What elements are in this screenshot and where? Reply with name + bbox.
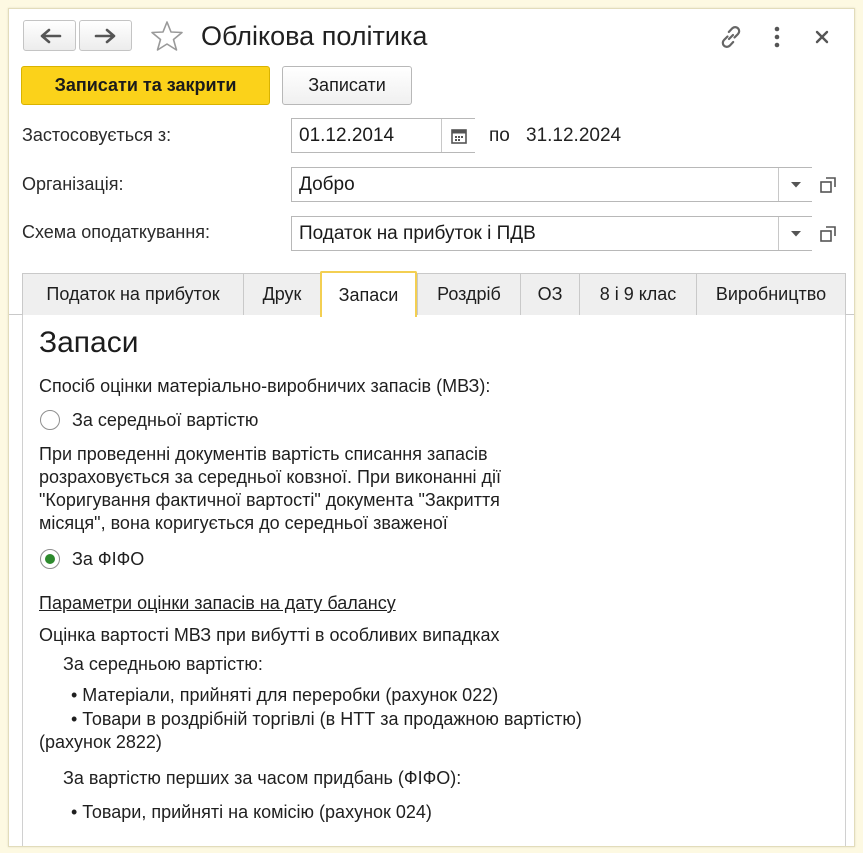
inventory-heading: Запаси bbox=[39, 326, 139, 359]
balance-params-link[interactable]: Параметри оцінки запасів на дату балансу bbox=[39, 592, 396, 614]
average-cost-description: "Коригування фактичної вартості" докумен… bbox=[39, 490, 500, 510]
applies-from-label: Застосовується з: bbox=[22, 125, 172, 145]
more-options-icon[interactable] bbox=[764, 22, 790, 52]
back-button[interactable] bbox=[23, 20, 76, 51]
calendar-icon bbox=[450, 128, 467, 144]
tab-inventory[interactable]: Запаси bbox=[320, 271, 417, 317]
tab-income-tax[interactable]: Податок на прибуток bbox=[22, 273, 244, 315]
organization-label: Організація: bbox=[22, 174, 124, 194]
organization-dropdown-button[interactable] bbox=[778, 168, 812, 201]
save-button[interactable]: Записати bbox=[282, 66, 412, 105]
content-border bbox=[845, 315, 846, 846]
valuation-method-label: Спосіб оцінки матеріально-виробничих зап… bbox=[39, 376, 491, 396]
window-title: Облікова політика bbox=[201, 21, 428, 51]
list-item: • Товари в роздрібній торгівлі (в НТТ за… bbox=[71, 709, 582, 729]
tax-scheme-field[interactable]: Податок на прибуток і ПДВ bbox=[291, 216, 812, 251]
arrow-left-icon bbox=[40, 28, 61, 43]
calendar-button[interactable] bbox=[441, 119, 475, 152]
applies-from-field[interactable]: 01.12.2014 bbox=[291, 118, 475, 153]
to-label: по bbox=[489, 125, 510, 146]
to-value: 31.12.2024 bbox=[526, 125, 622, 146]
average-cost-description: розраховується за середньої ковзної. При… bbox=[39, 467, 502, 487]
chevron-down-icon bbox=[790, 230, 801, 236]
organization-open-icon[interactable] bbox=[815, 172, 841, 198]
fifo-radio[interactable] bbox=[40, 549, 60, 569]
list-item: • Матеріали, прийняті для переробки (рах… bbox=[71, 685, 499, 705]
fifo-option-label[interactable]: За ФІФО bbox=[72, 548, 144, 570]
tax-scheme-value: Податок на прибуток і ПДВ bbox=[299, 222, 536, 244]
average-group-label: За середньою вартістю: bbox=[63, 654, 263, 674]
average-cost-description: При проведенні документів вартість списа… bbox=[39, 444, 488, 464]
organization-field[interactable]: Добро bbox=[291, 167, 812, 202]
special-cases-label: Оцінка вартості МВЗ при вибутті в особли… bbox=[39, 625, 500, 645]
organization-value: Добро bbox=[299, 173, 355, 195]
tab-production[interactable]: Виробництво bbox=[696, 273, 846, 315]
tax-scheme-dropdown-button[interactable] bbox=[778, 217, 812, 250]
fifo-group-label: За вартістю перших за часом придбань (ФІ… bbox=[63, 768, 462, 788]
close-icon[interactable] bbox=[807, 22, 837, 52]
tab-class-8-9[interactable]: 8 і 9 клас bbox=[579, 273, 697, 315]
average-cost-radio[interactable] bbox=[40, 410, 60, 430]
favorite-star-icon[interactable] bbox=[150, 19, 184, 53]
list-item-continuation: (рахунок 2822) bbox=[39, 732, 162, 752]
arrow-right-icon bbox=[94, 28, 115, 43]
forward-button[interactable] bbox=[79, 20, 132, 51]
average-cost-option-label[interactable]: За середньої вартістю bbox=[72, 409, 258, 431]
list-item: • Товари, прийняті на комісію (рахунок 0… bbox=[71, 802, 432, 822]
accounting-policy-window: Облікова політика Записати та закрити За… bbox=[8, 8, 855, 847]
radio-selected-dot bbox=[45, 554, 55, 564]
tax-scheme-label: Схема оподаткування: bbox=[22, 222, 211, 242]
title-bar: Облікова політика bbox=[9, 9, 854, 65]
tab-fixed-assets[interactable]: ОЗ bbox=[520, 273, 580, 315]
content-border bbox=[22, 315, 23, 846]
save-and-close-button[interactable]: Записати та закрити bbox=[21, 66, 270, 105]
link-icon[interactable] bbox=[716, 22, 746, 52]
tab-retail[interactable]: Роздріб bbox=[417, 273, 521, 315]
average-cost-description: місяця", вона коригується до середньої з… bbox=[39, 513, 448, 533]
chevron-down-icon bbox=[790, 181, 801, 187]
applies-from-value: 01.12.2014 bbox=[299, 124, 395, 146]
tab-print[interactable]: Друк bbox=[243, 273, 321, 315]
tax-scheme-open-icon[interactable] bbox=[815, 221, 841, 247]
